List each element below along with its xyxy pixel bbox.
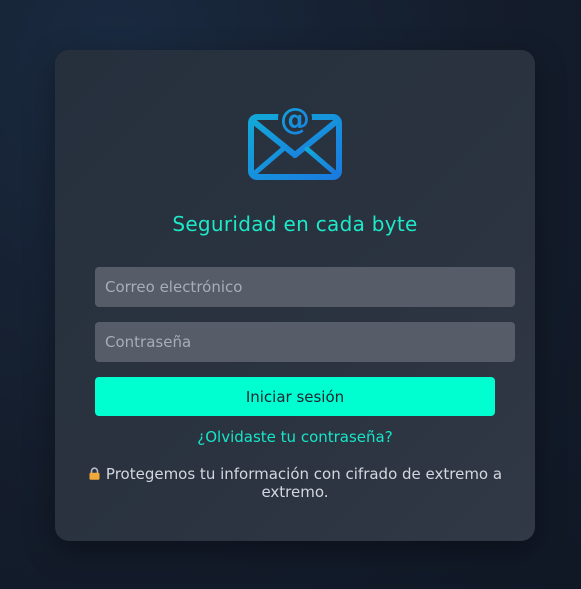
login-card: @ Seguridad en cada byte Iniciar sesión … [55,50,535,541]
forgot-password-link[interactable]: ¿Olvidaste tu contraseña? [55,428,535,446]
envelope-at-icon: @ [248,101,342,180]
encryption-notice: Protegemos tu información con cifrado de… [85,465,505,501]
lock-icon [89,467,100,480]
password-field[interactable] [95,322,515,362]
login-button[interactable]: Iniciar sesión [95,377,495,416]
encryption-notice-text: Protegemos tu información con cifrado de… [105,465,503,501]
svg-text:@: @ [280,102,310,137]
email-field[interactable] [95,267,515,307]
page-title: Seguridad en cada byte [172,212,418,236]
